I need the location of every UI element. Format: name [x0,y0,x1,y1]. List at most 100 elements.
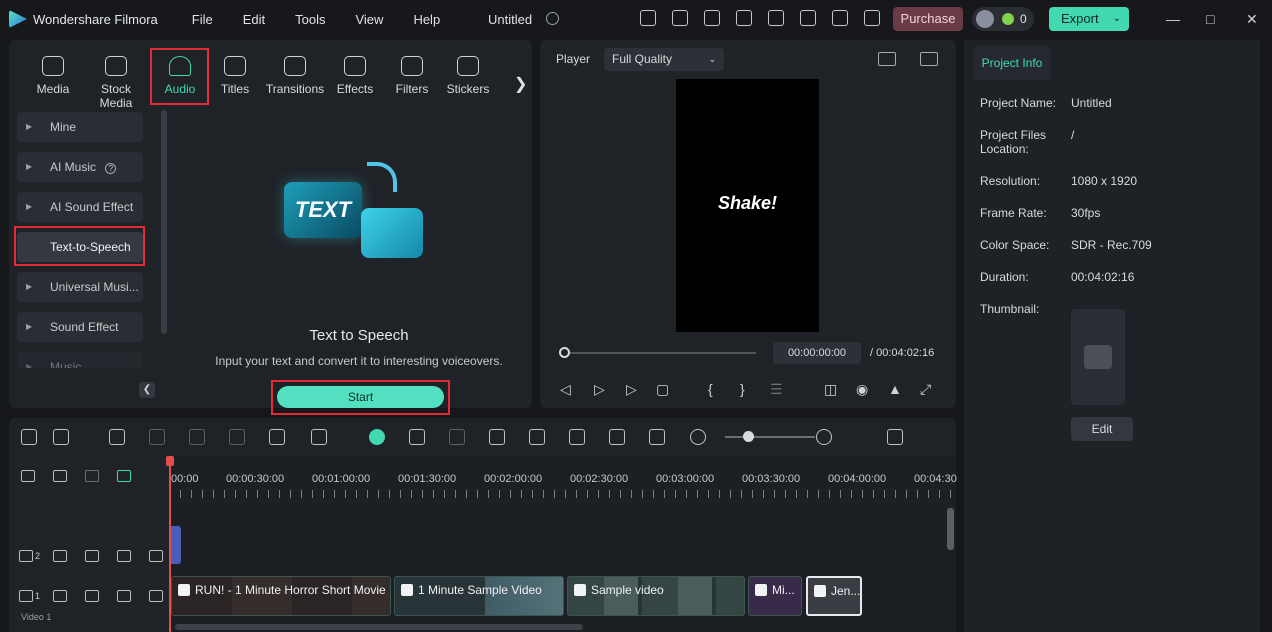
eye-icon[interactable] [117,590,131,602]
zoom-slider-handle[interactable] [743,431,754,442]
support-icon[interactable] [832,10,848,26]
ai-image-icon[interactable] [409,429,425,445]
playhead[interactable] [169,456,171,632]
tab-project-info[interactable]: Project Info [974,46,1050,80]
redo-icon[interactable] [149,429,165,445]
mark-in-icon[interactable]: { [708,381,713,397]
pin-icon[interactable] [149,590,163,602]
delete-icon[interactable] [189,429,205,445]
menu-help[interactable]: Help [413,12,440,27]
lock-icon[interactable] [53,590,67,602]
sidebar-item-sound-effect[interactable]: ▶ Sound Effect [17,312,143,342]
eye-icon[interactable] [117,550,131,562]
snap-icon[interactable] [117,470,131,482]
video-clip[interactable]: Mi... [748,576,802,616]
image-icon[interactable] [920,52,938,66]
sidebar-item-mine[interactable]: ▶ Mine [17,112,143,142]
edit-thumbnail-button[interactable]: Edit [1071,417,1133,441]
sidebar-item-universal-music[interactable]: ▶ Universal Musi... [17,272,143,302]
add-track-icon[interactable] [21,470,35,482]
menu-edit[interactable]: Edit [243,12,265,27]
select-tool-icon[interactable] [53,429,69,445]
gift-icon[interactable] [640,10,656,26]
zoom-in-icon[interactable] [816,429,832,445]
playhead-handle[interactable] [166,456,174,466]
purchase-button[interactable]: Purchase [893,7,963,31]
tab-titles[interactable]: Titles [215,48,255,104]
chevron-down-icon[interactable]: ⌄ [1113,7,1121,31]
scrubber-handle[interactable] [559,347,570,358]
timeline-vertical-scrollbar[interactable] [947,508,954,550]
help-icon[interactable]: ? [105,163,117,174]
tab-filters[interactable]: Filters [393,48,431,104]
sidebar-item-ai-music[interactable]: ▶ AI Music ? [17,152,143,182]
menu-tools[interactable]: Tools [295,12,325,27]
undo-icon[interactable] [109,429,125,445]
collapse-sidebar-button[interactable]: ❮ [139,382,155,398]
render-icon[interactable] [449,429,465,445]
previous-frame-icon[interactable]: ◁ [560,381,571,398]
video-preview[interactable]: Shake! [676,79,819,332]
template-icon[interactable] [704,10,720,26]
tab-stock-media[interactable]: Stock Media [83,48,149,110]
tab-transitions[interactable]: Transitions [263,48,327,104]
step-forward-icon[interactable]: ▷ [594,381,605,398]
video-clip[interactable]: Sample video [567,576,745,616]
lock-icon[interactable] [53,550,67,562]
sidebar-item-music[interactable]: ▶ Music [17,352,143,368]
close-icon[interactable]: ✕ [1246,11,1258,28]
cloud-icon[interactable] [800,10,816,26]
user-account[interactable]: 0 [972,7,1034,31]
text-tool-icon[interactable] [269,429,285,445]
track-settings-icon[interactable] [887,429,903,445]
unlink-icon[interactable] [85,470,99,482]
maximize-icon[interactable]: □ [1206,11,1214,27]
export-button[interactable]: Export ⌄ [1049,7,1129,31]
timeline-horizontal-scrollbar[interactable] [175,624,583,630]
playback-scrubber[interactable] [562,352,756,354]
pin-icon[interactable] [149,550,163,562]
tab-media[interactable]: Media [31,48,75,104]
zoom-slider[interactable] [725,436,815,438]
grid-view-icon[interactable] [878,52,896,66]
stop-icon[interactable]: ▢ [656,381,669,398]
split-icon[interactable] [649,429,665,445]
shield-icon[interactable] [489,429,505,445]
apps-icon[interactable] [864,10,880,26]
audio-mix-icon[interactable] [569,429,585,445]
more-tools-icon[interactable] [311,429,327,445]
video-clip[interactable]: 1 Minute Sample Video [394,576,564,616]
zoom-out-icon[interactable] [690,429,706,445]
time-ruler[interactable]: 00:00 00:00:30:00 00:01:00:00 00:01:30:0… [169,456,957,500]
fullscreen-icon[interactable]: ⤢ [920,381,931,398]
sidebar-scrollbar[interactable] [161,110,167,334]
marker-icon[interactable]: ☰ [770,381,783,398]
tab-effects[interactable]: Effects [335,48,375,104]
chevron-right-icon[interactable]: ❯ [514,74,527,94]
thumbnail-preview[interactable] [1071,309,1125,405]
cut-icon[interactable] [229,429,245,445]
quality-select[interactable]: Full Quality ⌄ [604,48,724,71]
microphone-icon[interactable] [529,429,545,445]
menu-view[interactable]: View [355,12,383,27]
tab-stickers[interactable]: Stickers [445,48,491,104]
video-clip[interactable]: RUN! - 1 Minute Horror Short Movie [171,576,391,616]
mark-out-icon[interactable]: } [740,381,745,397]
menu-file[interactable]: File [192,12,213,27]
ai-copilot-icon[interactable] [369,429,385,445]
screen-record-icon[interactable] [609,429,625,445]
mute-icon[interactable] [85,590,99,602]
layout-icon[interactable] [736,10,752,26]
play-icon[interactable]: ▷ [626,381,637,398]
send-icon[interactable] [672,10,688,26]
sidebar-item-ai-sound-effect[interactable]: ▶ AI Sound Effect ? [17,192,143,244]
save-icon[interactable] [768,10,784,26]
avatar[interactable] [976,10,994,28]
current-time[interactable]: 00:00:00:00 [773,342,861,364]
link-icon[interactable] [53,470,67,482]
video-clip-selected[interactable]: Jen... [806,576,862,616]
layout-grid-icon[interactable] [21,429,37,445]
minimize-icon[interactable]: — [1166,11,1180,27]
snapshot-icon[interactable]: ◉ [856,381,868,398]
mute-icon[interactable] [85,550,99,562]
